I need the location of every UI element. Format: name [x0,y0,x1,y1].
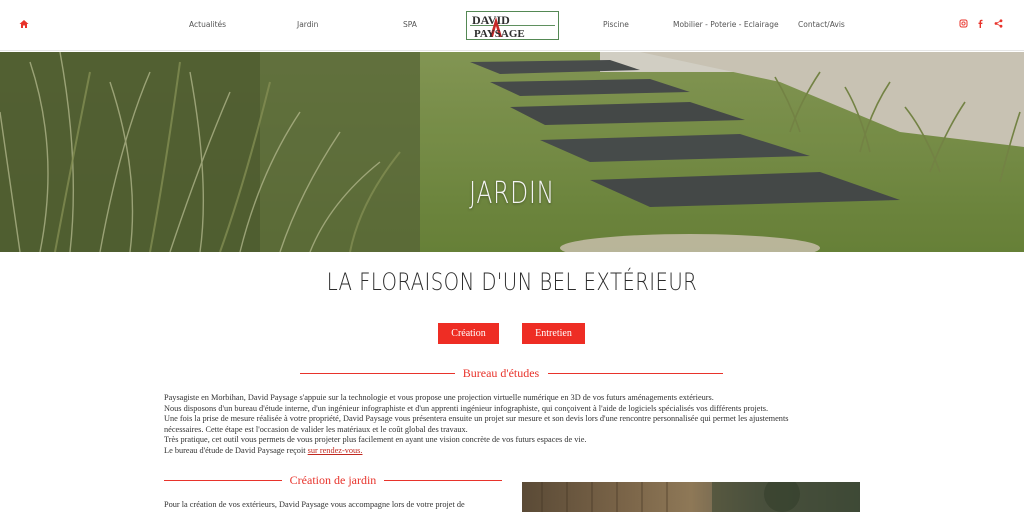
creation-button[interactable]: Création [438,323,499,344]
nav-item-actualites[interactable]: Actualités [189,20,226,29]
nav-item-spa[interactable]: SPA [403,20,417,29]
rendez-vous-link[interactable]: sur rendez-vous. [308,446,363,455]
site-header: Actualités Jardin SPA DAVID PAYSAGE Pisc… [0,0,1024,51]
bureau-line: nécessaires. Cette étape est l'occasion … [164,424,468,434]
bureau-line: Nous disposons d'un bureau d'étude inter… [164,403,769,413]
creation-text: Pour la création de vos extérieurs, Davi… [164,500,465,509]
hero-title: JARDIN [469,176,555,211]
creation-divider-left [164,480,282,481]
hero-banner [0,52,1024,252]
bureau-line: Une fois la prise de mesure réalisée à v… [164,414,789,424]
svg-text:DAVID: DAVID [472,13,510,27]
creation-divider-right [384,480,502,481]
page-title: LA FLORAISON D'UN BEL EXTÉRIEUR [326,268,698,296]
facebook-icon[interactable] [976,19,985,28]
bureau-last-text: Le bureau d'étude de David Paysage reçoi… [164,445,308,455]
entretien-button[interactable]: Entretien [522,323,585,344]
share-icon[interactable] [994,19,1003,28]
logo[interactable]: DAVID PAYSAGE [466,11,559,40]
bureau-line: Très pratique, cet outil vous permets de… [164,435,587,445]
bureau-line: Paysagiste en Morbihan, David Paysage s'… [164,393,714,402]
home-icon[interactable] [19,19,29,29]
svg-text:PAYSAGE: PAYSAGE [474,28,525,40]
nav-item-piscine[interactable]: Piscine [603,20,629,29]
nav-item-contact[interactable]: Contact/Avis [798,20,845,29]
bureau-text: Paysagiste en Morbihan, David Paysage s'… [164,393,864,457]
divider-right [548,373,723,374]
bureau-line: Le bureau d'étude de David Paysage reçoi… [164,446,864,457]
hero-garden-image [0,52,1024,252]
wood-fence-image [541,482,860,512]
creation-photo [522,482,860,512]
divider-left [300,373,455,374]
bureau-heading: Bureau d'études [462,366,540,380]
nav-item-jardin[interactable]: Jardin [297,20,318,29]
instagram-icon[interactable] [959,19,968,28]
nav-item-mobilier[interactable]: Mobilier - Poterie - Eclairage [673,20,779,29]
creation-heading: Création de jardin [289,473,377,487]
